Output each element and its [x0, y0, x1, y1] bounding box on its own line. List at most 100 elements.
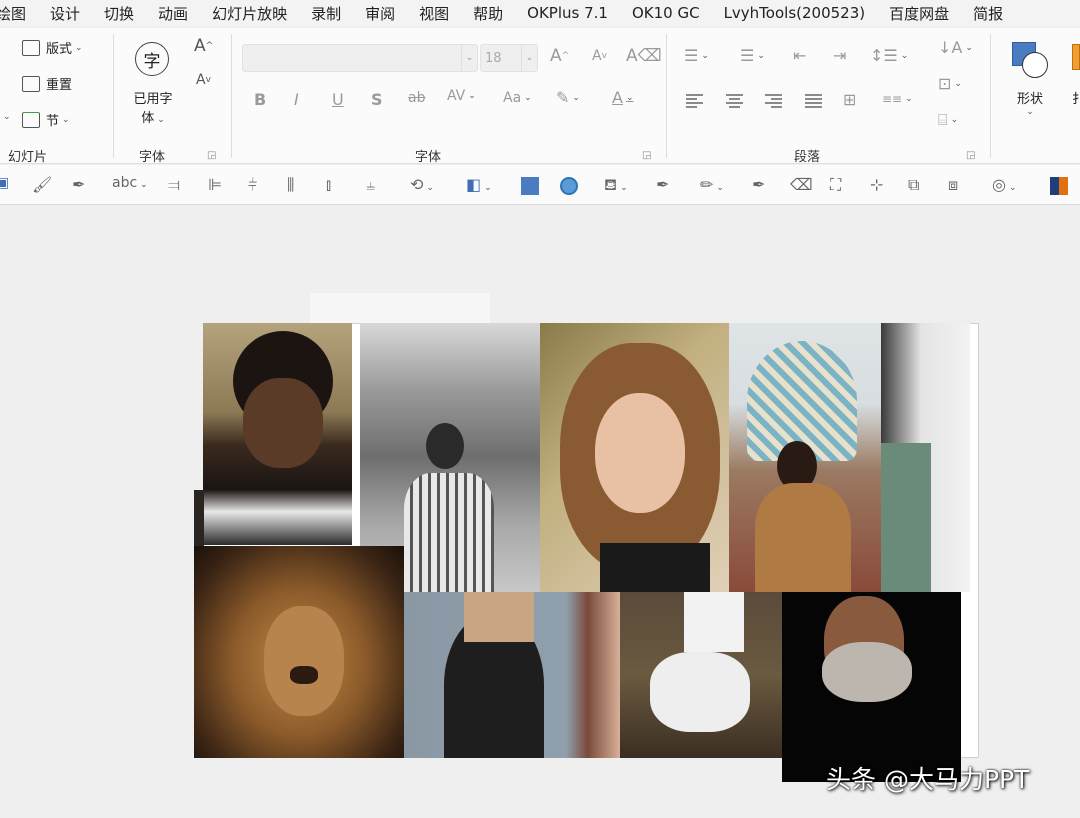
- tab-review[interactable]: 审阅: [353, 3, 407, 24]
- align-center-objects-icon[interactable]: ⫩: [248, 175, 257, 195]
- italic-icon[interactable]: I: [294, 90, 299, 109]
- highlight-icon[interactable]: ✎ ⌄: [556, 88, 580, 107]
- photo-woman-curly-hair[interactable]: [540, 323, 729, 592]
- slides-group-label: 幻灯片: [8, 150, 48, 165]
- increase-indent-icon[interactable]: ⇥: [833, 46, 846, 65]
- tab-record[interactable]: 录制: [299, 3, 353, 24]
- chevron-down-icon[interactable]: ⌄: [521, 45, 537, 71]
- shape-fill-icon[interactable]: [521, 177, 539, 195]
- tab-okplus[interactable]: OKPlus 7.1: [515, 4, 620, 22]
- font-size-combobox[interactable]: 18 ⌄: [480, 44, 538, 72]
- numbering-icon[interactable]: ☰ ⌄: [740, 46, 765, 65]
- eraser-icon[interactable]: ⌫: [790, 175, 813, 194]
- columns-icon[interactable]: ≡≡ ⌄: [882, 92, 913, 106]
- color-picker-icon[interactable]: ✒: [656, 175, 669, 194]
- distributed-icon[interactable]: ⊞: [843, 90, 856, 109]
- rotate-icon[interactable]: ⟲ ⌄: [410, 175, 434, 194]
- ribbon: 版式 ⌄ 重置 节 ⌄ ⌄ 幻灯片 字 已用字 体 ⌄ A ^ Av 字体 ◲ ⌄ …: [0, 28, 1080, 165]
- photo-man-closed-eyes[interactable]: [203, 323, 352, 545]
- tab-help[interactable]: 帮助: [461, 3, 515, 24]
- menu-bar: 绘图 设计 切换 动画 幻灯片放映 录制 审阅 视图 帮助 OKPlus 7.1…: [0, 0, 1080, 26]
- photo-person-wall[interactable]: [881, 323, 970, 592]
- tab-ok10[interactable]: OK10 GC: [620, 4, 712, 22]
- fill-bucket-icon[interactable]: ⛾ ⌄: [604, 175, 628, 196]
- section-icon: [22, 111, 40, 128]
- photo-lion[interactable]: [194, 546, 404, 758]
- chevron-down-icon[interactable]: ⌄: [461, 45, 477, 71]
- arrange-icon[interactable]: [1072, 44, 1080, 70]
- change-case-icon[interactable]: Aa ⌄: [503, 90, 532, 106]
- align-center-icon[interactable]: [726, 94, 743, 108]
- distribute-horizontal-icon[interactable]: ⫼: [287, 175, 294, 195]
- merge-shapes-icon[interactable]: ◎ ⌄: [992, 175, 1017, 194]
- dialog-launcher-icon[interactable]: ◲: [966, 150, 975, 161]
- font-color-icon[interactable]: A ⌄: [612, 88, 634, 107]
- eyedropper-outline-icon[interactable]: ✒: [752, 175, 765, 194]
- crop-fit-icon[interactable]: ⊹: [870, 175, 883, 194]
- ungroup-icon[interactable]: ⧈: [948, 175, 958, 195]
- decrease-indent-icon[interactable]: ⇤: [793, 46, 806, 65]
- convert-smartart-icon[interactable]: ⌸ ⌄: [938, 110, 958, 130]
- reset-icon: [22, 75, 40, 92]
- shapes-button[interactable]: 形状 ⌄: [1012, 88, 1048, 117]
- arrange-label[interactable]: 扌: [1072, 88, 1080, 107]
- bold-icon[interactable]: B: [254, 90, 266, 109]
- shapes-icon[interactable]: [1012, 42, 1052, 82]
- align-middle-icon[interactable]: ⫨: [366, 175, 375, 195]
- crop-icon[interactable]: ⛶: [830, 175, 841, 195]
- font-name-combobox[interactable]: ⌄: [242, 44, 478, 72]
- section-button[interactable]: 节 ⌄: [22, 110, 70, 129]
- increase-font-icon[interactable]: A ^: [550, 46, 569, 66]
- shape-outline-icon[interactable]: [560, 177, 578, 195]
- photo-old-man[interactable]: [782, 592, 961, 782]
- format-painter-icon[interactable]: 🖌: [32, 175, 52, 194]
- font-grow-icon[interactable]: A ^: [194, 36, 213, 56]
- layout-icon: [22, 39, 40, 56]
- char-spacing-icon[interactable]: AV ⌄: [447, 88, 476, 104]
- clear-format-icon[interactable]: A⌫: [626, 46, 662, 66]
- align-right-icon[interactable]: [765, 94, 782, 108]
- tab-transitions[interactable]: 切换: [92, 3, 146, 24]
- align-text-icon[interactable]: ⊡ ⌄: [938, 74, 962, 93]
- align-left-icon[interactable]: [686, 94, 703, 108]
- textbox-icon[interactable]: ▣: [0, 175, 9, 191]
- bullets-icon[interactable]: ☰ ⌄: [684, 46, 709, 65]
- photo-woman-rocks[interactable]: [620, 592, 782, 758]
- align-left-objects-icon[interactable]: ⊫: [208, 175, 222, 194]
- justify-icon[interactable]: [805, 94, 822, 108]
- line-spacing-icon[interactable]: ↕☰ ⌄: [870, 46, 908, 65]
- tab-design[interactable]: 设计: [38, 3, 92, 24]
- shadow-icon[interactable]: S: [371, 90, 383, 109]
- font-embed-icon[interactable]: 字: [135, 42, 169, 76]
- outline-pen-icon[interactable]: ✏ ⌄: [700, 175, 724, 194]
- distribute-vertical-icon[interactable]: ⫾: [326, 175, 331, 195]
- theme-colors-icon[interactable]: [1050, 177, 1068, 195]
- photo-woman-back[interactable]: [404, 592, 620, 758]
- tab-draw[interactable]: 绘图: [0, 3, 38, 24]
- used-fonts-button[interactable]: 已用字 体 ⌄: [130, 88, 176, 126]
- tab-briefing[interactable]: 简报: [961, 3, 1015, 24]
- insert-shape-icon[interactable]: ◧ ⌄: [466, 175, 492, 194]
- layout-button[interactable]: 版式 ⌄: [22, 38, 83, 57]
- shapes-label: 形状: [1016, 92, 1043, 107]
- dialog-launcher-icon[interactable]: ◲: [642, 150, 651, 161]
- photo-woman-mosque[interactable]: [729, 323, 881, 592]
- font-shrink-icon[interactable]: Av: [196, 72, 211, 88]
- eyedropper-icon[interactable]: ✒: [72, 175, 85, 194]
- align-right-objects-icon[interactable]: ⫤: [168, 175, 180, 195]
- new-slide-chevron[interactable]: ⌄: [0, 112, 11, 122]
- tab-animations[interactable]: 动画: [146, 3, 200, 24]
- tab-slideshow[interactable]: 幻灯片放映: [200, 3, 299, 24]
- text-effect-icon[interactable]: abc ⌄: [112, 175, 148, 191]
- text-direction-icon[interactable]: ↓A ⌄: [938, 38, 973, 57]
- underline-icon[interactable]: U: [332, 90, 344, 109]
- group-icon[interactable]: ⧉: [908, 175, 919, 195]
- tab-baidu-netdisk[interactable]: 百度网盘: [877, 3, 961, 24]
- strikethrough-icon[interactable]: ab: [408, 90, 425, 106]
- tab-view[interactable]: 视图: [407, 3, 461, 24]
- decrease-font-icon[interactable]: Av: [592, 48, 607, 64]
- reset-button[interactable]: 重置: [22, 74, 72, 93]
- dialog-launcher-icon[interactable]: ◲: [207, 150, 216, 161]
- tab-lvyhtools[interactable]: LvyhTools(200523): [712, 4, 878, 22]
- reset-label: 重置: [46, 78, 73, 93]
